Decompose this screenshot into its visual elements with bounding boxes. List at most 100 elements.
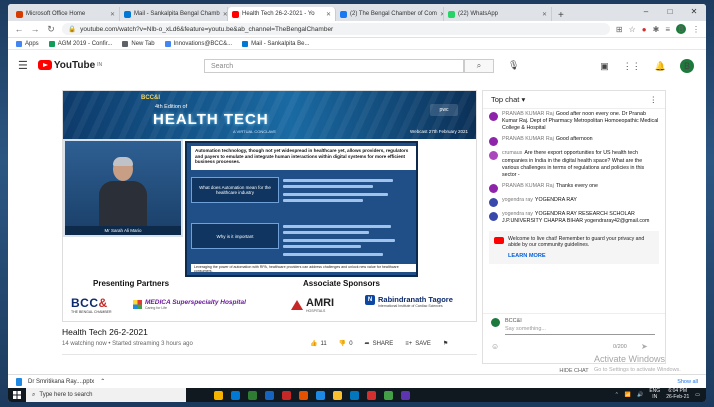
close-icon[interactable]: ✕ (223, 11, 227, 18)
outlook-icon[interactable] (316, 390, 325, 400)
media-icon[interactable]: ≡ (665, 25, 670, 34)
banner-date: Webcast 27th February 2021 (410, 129, 468, 134)
powerpoint-icon[interactable] (282, 390, 291, 400)
url-field[interactable]: 🔒 youtube.com/watch?v=Nlb-o_xLd6&feature… (62, 23, 610, 35)
kebab-menu-icon[interactable]: ⋮ (692, 25, 700, 34)
bookmark-label: AGM 2019 - Confir... (57, 40, 113, 47)
language-indicator[interactable]: ENG IN (649, 388, 660, 401)
tab-office[interactable]: Microsoft Office Home ✕ (12, 7, 120, 21)
share-button[interactable]: ➦ SHARE (364, 340, 394, 348)
notification-icon[interactable]: ▭ (695, 392, 700, 398)
chat-author: yogendra ray (502, 210, 533, 217)
new-tab-button[interactable]: + (552, 10, 570, 21)
store-icon[interactable] (231, 390, 240, 400)
edge-icon[interactable] (350, 390, 359, 400)
emoji-icon[interactable]: ☺ (491, 342, 499, 351)
search-button[interactable]: ⌕ (464, 59, 494, 73)
search-input[interactable]: Search (204, 59, 464, 73)
tab-label: Microsoft Office Home (26, 11, 86, 17)
file-explorer-icon[interactable] (214, 390, 223, 400)
maximize-icon[interactable]: □ (658, 4, 682, 19)
back-icon[interactable]: ← (14, 24, 24, 34)
bookmark-label: Innovations@BCC&... (173, 40, 233, 47)
bookmark-mail[interactable]: Mail - Sankalpita Be... (242, 40, 309, 47)
banner-edition: 4th Edition of (155, 104, 188, 110)
chevron-up-icon[interactable]: ⌃ (615, 392, 619, 398)
avatar (489, 112, 498, 121)
minimize-icon[interactable]: – (634, 4, 658, 19)
slide-heading: Automation technology, though not yet wi… (191, 146, 416, 170)
show-all-link[interactable]: Show all (677, 379, 698, 385)
acrobat-icon[interactable] (367, 390, 376, 400)
avatar (491, 318, 500, 327)
teams-icon[interactable] (401, 390, 410, 400)
close-window-icon[interactable]: ✕ (682, 4, 706, 19)
reload-icon[interactable]: ↻ (46, 24, 56, 35)
excel-icon[interactable] (248, 390, 257, 400)
tab-facebook[interactable]: (2) The Bengal Chamber of Com ✕ (336, 7, 444, 21)
slide-footer: Leveraging the power of automation with … (191, 264, 416, 273)
close-icon[interactable]: ✕ (110, 11, 115, 18)
send-icon[interactable]: ➤ (641, 342, 648, 351)
close-icon[interactable]: ✕ (542, 11, 547, 18)
video-player[interactable]: BCC&I 4th Edition of HEALTH TECH A VIRTU… (62, 90, 477, 322)
opera-icon[interactable]: ● (642, 25, 647, 34)
chat-mode-dropdown[interactable]: Top chat ▾ (491, 95, 525, 104)
create-video-icon[interactable]: ▣ (600, 61, 609, 72)
banner-subtitle: A VIRTUAL CONCLAVE (233, 129, 277, 134)
volume-icon[interactable]: 🔊 (637, 392, 643, 398)
bookmark-newtab[interactable]: New Tab (122, 40, 155, 47)
start-button[interactable] (8, 388, 26, 402)
tab-mail[interactable]: Mail - Sankalpita Bengal Chamb ✕ (120, 7, 228, 21)
translate-icon[interactable]: ⊞ (616, 25, 623, 34)
chat-message-input[interactable]: Say something... (505, 326, 655, 335)
download-item[interactable]: Dr Smritikana Ray....pptx (28, 379, 94, 385)
learn-more-link[interactable]: LEARN MORE (508, 253, 654, 259)
apps-grid-icon[interactable]: ⋮⋮ (623, 61, 641, 72)
chat-author: crumaus (502, 150, 523, 157)
associate-sponsors-heading: Associate Sponsors (303, 279, 380, 288)
chevron-up-icon[interactable]: ⌃ (100, 378, 105, 385)
whatsapp-icon[interactable] (384, 390, 393, 400)
star-icon[interactable]: ☆ (629, 25, 636, 34)
account-avatar[interactable]: B (680, 59, 694, 73)
hamburger-menu-icon[interactable]: ☰ (18, 59, 28, 72)
windows-taskbar: ⌕ Type here to search ⌃ 📶 🔊 ENG IN 6:04 P… (8, 388, 706, 402)
globe-icon (164, 40, 171, 47)
chat-message: PRANAB KUMAR Raj Good afternoon (483, 134, 665, 148)
video-actions: 👍 11 👎 0 ➦ SHARE ≡+ SAVE ⚑ (310, 340, 448, 348)
network-icon[interactable]: 📶 (625, 392, 631, 398)
tab-youtube[interactable]: Health Tech 26-2-2021 - Yo ✕ (228, 7, 336, 21)
clock[interactable]: 6:04 PM 26-Feb-21 (666, 388, 689, 401)
taskbar-search[interactable]: ⌕ Type here to search (26, 388, 186, 402)
tab-whatsapp[interactable]: (22) WhatsApp ✕ (444, 7, 552, 21)
speaker-figure (99, 157, 147, 227)
bookmark-apps[interactable]: Apps (16, 40, 39, 47)
profile-avatar[interactable]: B (676, 24, 686, 34)
bcc-logo-amp: & (98, 296, 108, 310)
word-icon[interactable] (265, 390, 274, 400)
bookmark-innovations[interactable]: Innovations@BCC&... (164, 40, 233, 47)
report-button[interactable]: ⚑ (443, 340, 448, 347)
bookmark-agm[interactable]: AGM 2019 - Confir... (48, 40, 113, 47)
kebab-menu-icon[interactable]: ⋮ (650, 95, 658, 104)
bell-icon[interactable]: 🔔 (655, 61, 666, 72)
puzzle-icon[interactable]: ✱ (653, 25, 660, 34)
save-button[interactable]: ≡+ SAVE (405, 341, 431, 347)
share-icon: ➦ (364, 341, 370, 347)
file-icon (16, 377, 22, 386)
chat-header: Top chat ▾ ⋮ (483, 91, 665, 109)
chat-message: PRANAB KUMAR Raj Thanks every one (483, 181, 665, 195)
bookmark-label: New Tab (131, 40, 155, 47)
chrome-icon[interactable] (333, 390, 342, 400)
forward-icon[interactable]: → (30, 24, 40, 34)
youtube-logo[interactable]: YouTube IN (37, 60, 102, 71)
microphone-icon[interactable]: 🎙 (508, 60, 519, 71)
close-icon[interactable]: ✕ (326, 11, 331, 18)
video-status: 14 watching now • Started streaming 3 ho… (62, 341, 193, 347)
like-button[interactable]: 👍 11 (310, 340, 327, 348)
avatar (489, 211, 498, 221)
dislike-button[interactable]: 👎 0 (339, 340, 353, 348)
bookmark-label: Apps (25, 40, 39, 47)
office-icon[interactable] (299, 390, 308, 400)
